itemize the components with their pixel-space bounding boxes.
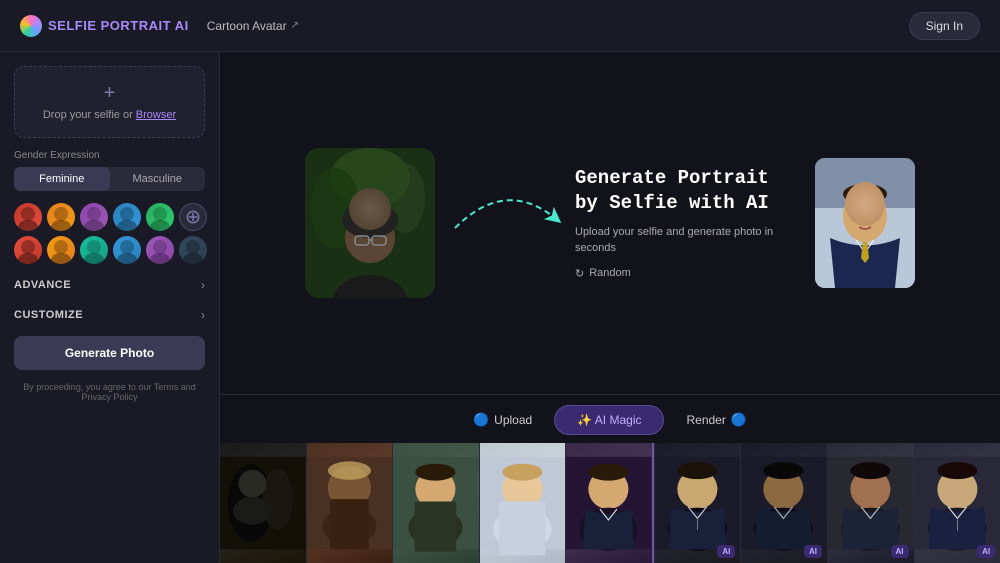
generate-photo-button[interactable]: Generate Photo	[14, 336, 205, 370]
advance-label: ADVANCE	[14, 279, 71, 291]
customize-toggle[interactable]: CUSTOMIZE ›	[14, 306, 205, 324]
tab-render-label: Render	[686, 413, 725, 427]
logo-icon	[20, 15, 42, 37]
upload-text: Drop your selfie or Browser	[25, 109, 194, 121]
strip-image-5[interactable]	[566, 443, 654, 563]
customize-chevron-icon: ›	[201, 308, 205, 322]
ai-badge-8: AI	[891, 545, 909, 558]
strip-image-9[interactable]: AI	[915, 443, 1000, 563]
upload-icon: 🔵	[473, 412, 489, 428]
style-avatar-1[interactable]	[14, 203, 42, 231]
hero-title: Generate Portraitby Selfie with AI	[575, 166, 795, 215]
advance-toggle[interactable]: ADVANCE ›	[14, 276, 205, 294]
strip-image-2[interactable]	[307, 443, 393, 563]
main-layout: + Drop your selfie or Browser Gender Exp…	[0, 52, 1000, 563]
hero-text: Generate Portraitby Selfie with AI Uploa…	[575, 166, 795, 279]
portrait-preview	[815, 158, 915, 288]
strip-image-1[interactable]	[220, 443, 306, 563]
style-avatar-2[interactable]	[47, 203, 75, 231]
content-area: Generate Portraitby Selfie with AI Uploa…	[220, 52, 1000, 563]
style-avatar-9[interactable]	[80, 236, 108, 264]
strip-image-8[interactable]: AI	[828, 443, 914, 563]
bottom-section: 🔵 Upload ✨ AI Magic Render 🔵	[220, 394, 1000, 563]
strip-image-4[interactable]	[480, 443, 566, 563]
advance-chevron-icon: ›	[201, 278, 205, 292]
customize-label: CUSTOMIZE	[14, 309, 83, 321]
gender-masculine-button[interactable]: Masculine	[110, 167, 206, 191]
image-strip: AI AI	[220, 443, 1000, 563]
tab-render[interactable]: Render 🔵	[664, 405, 769, 435]
tab-ai-magic[interactable]: ✨ AI Magic	[554, 405, 664, 435]
gender-label: Gender Expression	[14, 150, 205, 161]
strip-image-6[interactable]: AI	[655, 443, 741, 563]
style-avatar-4[interactable]	[113, 203, 141, 231]
style-avatar-5[interactable]	[146, 203, 174, 231]
strip-image-3[interactable]	[393, 443, 479, 563]
upload-plus-icon: +	[25, 83, 194, 103]
style-avatar-12[interactable]	[179, 236, 207, 264]
gender-feminine-button[interactable]: Feminine	[14, 167, 110, 191]
random-label: Random	[589, 267, 631, 279]
style-avatar-10[interactable]	[113, 236, 141, 264]
random-icon: ↻	[575, 267, 584, 280]
sidebar: + Drop your selfie or Browser Gender Exp…	[0, 52, 220, 563]
nav-cartoon-avatar[interactable]: Cartoon Avatar ↗	[207, 19, 299, 33]
nav-link-label: Cartoon Avatar	[207, 19, 287, 33]
sign-in-button[interactable]: Sign In	[909, 12, 980, 40]
tab-ai-magic-label: ✨ AI Magic	[577, 413, 641, 427]
random-button[interactable]: ↻ Random	[575, 267, 631, 280]
tab-upload-label: Upload	[494, 413, 532, 427]
ai-badge-9: AI	[977, 545, 995, 558]
render-icon: 🔵	[731, 412, 747, 428]
gender-section: Gender Expression Feminine Masculine	[14, 150, 205, 191]
style-avatar-3[interactable]	[80, 203, 108, 231]
hero-inner: Generate Portraitby Selfie with AI Uploa…	[305, 148, 915, 298]
style-avatar-11[interactable]	[146, 236, 174, 264]
hero-subtitle: Upload your selfie and generate photo in…	[575, 224, 795, 257]
style-avatar-6[interactable]	[179, 203, 207, 231]
header-left: SELFIE PORTRAIT AI Cartoon Avatar ↗	[20, 15, 299, 37]
external-link-icon: ↗	[291, 20, 299, 31]
tabs-bar: 🔵 Upload ✨ AI Magic Render 🔵	[220, 395, 1000, 443]
ai-badge-6: AI	[717, 545, 735, 558]
selfie-image	[305, 148, 435, 298]
style-grid	[14, 203, 205, 264]
logo-text: SELFIE PORTRAIT AI	[48, 18, 189, 33]
style-avatar-7[interactable]	[14, 236, 42, 264]
hero-section: Generate Portraitby Selfie with AI Uploa…	[220, 52, 1000, 394]
style-avatar-8[interactable]	[47, 236, 75, 264]
ai-badge-7: AI	[804, 545, 822, 558]
sidebar-note: By proceeding, you agree to our Terms an…	[14, 382, 205, 402]
tab-upload[interactable]: 🔵 Upload	[451, 405, 554, 435]
header: SELFIE PORTRAIT AI Cartoon Avatar ↗ Sign…	[0, 0, 1000, 52]
gender-toggle: Feminine Masculine	[14, 167, 205, 191]
strip-image-7[interactable]: AI	[741, 443, 827, 563]
selfie-preview	[305, 148, 435, 298]
arc-arrow	[445, 168, 565, 248]
browse-link[interactable]: Browser	[136, 109, 176, 121]
upload-box[interactable]: + Drop your selfie or Browser	[14, 66, 205, 138]
logo: SELFIE PORTRAIT AI	[20, 15, 189, 37]
portrait-image	[815, 158, 915, 288]
